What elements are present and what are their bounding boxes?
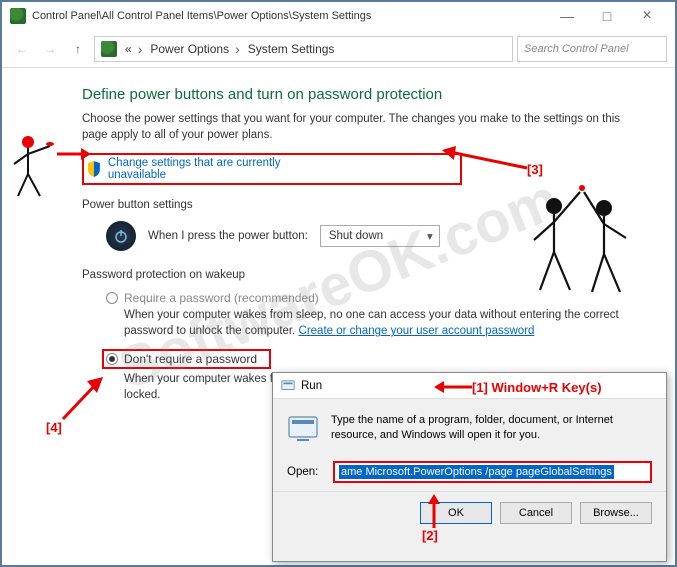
power-button-label: When I press the power button:: [148, 230, 308, 242]
radio-dont-require-password[interactable]: Don't require a password: [102, 349, 271, 369]
run-titlebar: Run: [273, 373, 666, 399]
breadcrumb[interactable]: « Power Options System Settings: [94, 36, 513, 62]
run-dialog: Run Type the name of a program, folder, …: [272, 372, 667, 562]
crumb-power-options[interactable]: Power Options: [150, 41, 239, 57]
browse-button[interactable]: Browse...: [580, 502, 652, 524]
run-button-row: OK Cancel Browse...: [273, 491, 666, 534]
power-button-value: Shut down: [329, 230, 383, 242]
radio-require-label: Require a password (recommended): [124, 291, 319, 305]
radio-dont-label: Don't require a password: [124, 352, 257, 366]
forward-button[interactable]: →: [38, 37, 62, 61]
power-button-row: When I press the power button: Shut down: [82, 221, 625, 251]
radio-icon: [106, 292, 118, 304]
ok-button[interactable]: OK: [420, 502, 492, 524]
run-title-text: Run: [301, 380, 322, 392]
change-settings-row: Change settings that are currently unava…: [82, 153, 462, 185]
titlebar-path: Control Panel\All Control Panel Items\Po…: [32, 10, 371, 22]
maximize-button[interactable]: □: [587, 5, 627, 27]
back-button[interactable]: ←: [10, 37, 34, 61]
crumb-system-settings[interactable]: System Settings: [248, 42, 341, 56]
run-open-label: Open:: [287, 466, 323, 478]
cancel-button[interactable]: Cancel: [500, 502, 572, 524]
run-open-input[interactable]: ame Microsoft.PowerOptions /page pageGlo…: [333, 461, 652, 483]
power-button-section-title: Power button settings: [82, 199, 625, 211]
search-input[interactable]: Search Control Panel: [517, 36, 667, 62]
breadcrumb-back-chevron[interactable]: «: [125, 41, 142, 57]
toolbar: ← → ↑ « Power Options System Settings Se…: [2, 30, 675, 68]
minimize-button[interactable]: —: [547, 5, 587, 27]
control-panel-icon: [10, 8, 26, 24]
change-settings-link[interactable]: Change settings that are currently unava…: [108, 157, 340, 181]
run-icon: [281, 379, 295, 393]
run-open-value: ame Microsoft.PowerOptions /page pageGlo…: [339, 465, 614, 479]
up-button[interactable]: ↑: [66, 37, 90, 61]
page-description: Choose the power settings that you want …: [82, 111, 625, 143]
breadcrumb-icon: [101, 41, 117, 57]
password-section-title: Password protection on wakeup: [82, 269, 625, 281]
titlebar: Control Panel\All Control Panel Items\Po…: [2, 2, 675, 30]
run-big-icon: [287, 413, 319, 445]
shield-icon: [86, 161, 102, 177]
page-heading: Define power buttons and turn on passwor…: [82, 86, 625, 103]
run-description: Type the name of a program, folder, docu…: [331, 413, 652, 445]
create-password-link[interactable]: Create or change your user account passw…: [299, 325, 535, 337]
search-placeholder: Search Control Panel: [524, 43, 629, 55]
power-icon: [106, 221, 136, 251]
radio-icon: [106, 353, 118, 365]
close-button[interactable]: ×: [627, 5, 667, 27]
radio-require-password[interactable]: Require a password (recommended): [82, 291, 625, 305]
power-button-dropdown[interactable]: Shut down: [320, 225, 440, 247]
require-description: When your computer wakes from sleep, no …: [82, 307, 625, 339]
